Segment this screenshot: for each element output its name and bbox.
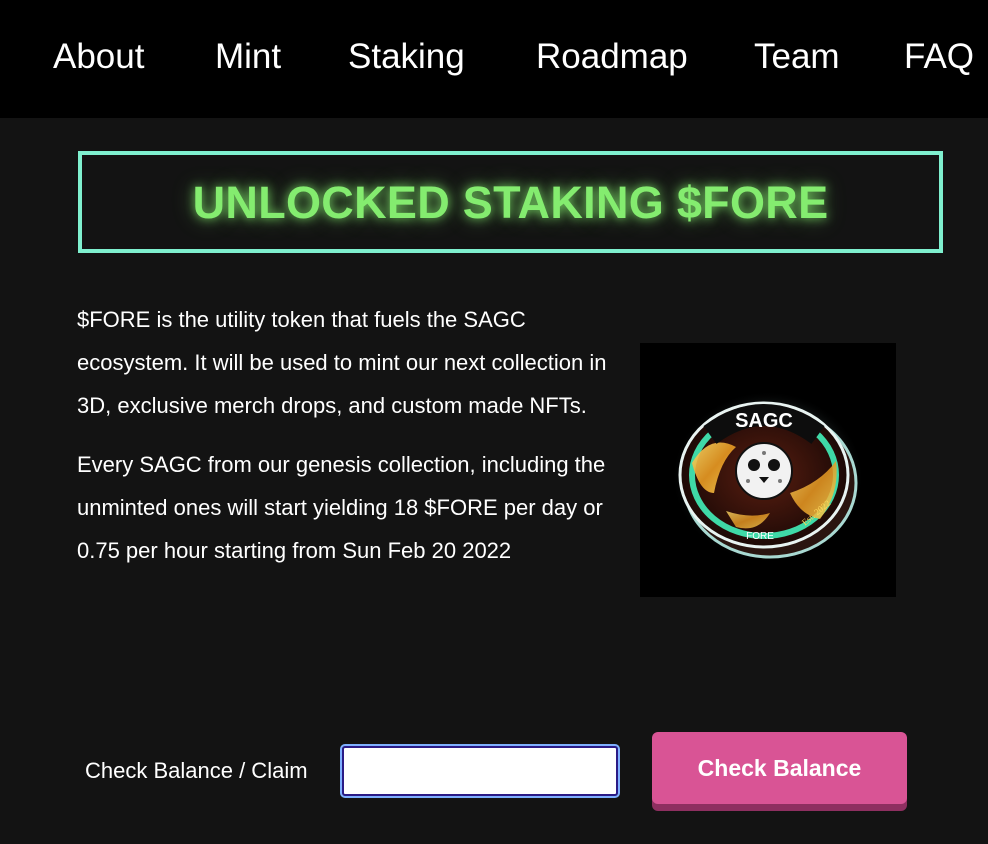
intro-paragraph: $FORE is the utility token that fuels th… [77,307,607,418]
nav-item-about[interactable]: About [53,36,144,78]
intro-copy: $FORE is the utility token that fuels th… [77,298,607,588]
intro-paragraph: Every SAGC from our genesis collection, … [77,452,606,563]
fore-coin-graphic: SAGC FORE Est. 2022 [672,391,864,563]
fore-coin-image: SAGC FORE Est. 2022 [640,343,896,597]
banner-title: UNLOCKED STAKING $FORE [192,177,829,228]
check-balance-button[interactable]: Check Balance [652,732,907,804]
nav-item-staking[interactable]: Staking [348,36,465,78]
staking-banner: UNLOCKED STAKING $FORE [78,151,943,253]
nav-item-mint[interactable]: Mint [215,36,281,78]
check-balance-label: Check Balance / Claim [85,758,308,783]
wallet-address-input[interactable] [340,744,620,798]
nav-item-roadmap[interactable]: Roadmap [536,36,688,78]
coin-top-text: SAGC [735,410,793,432]
nav-item-faq[interactable]: FAQ [904,36,974,78]
coin-bottom-text: FORE [746,531,774,542]
nav-item-team[interactable]: Team [754,36,840,78]
top-navbar: About Mint Staking Roadmap Team FAQ [0,0,988,118]
